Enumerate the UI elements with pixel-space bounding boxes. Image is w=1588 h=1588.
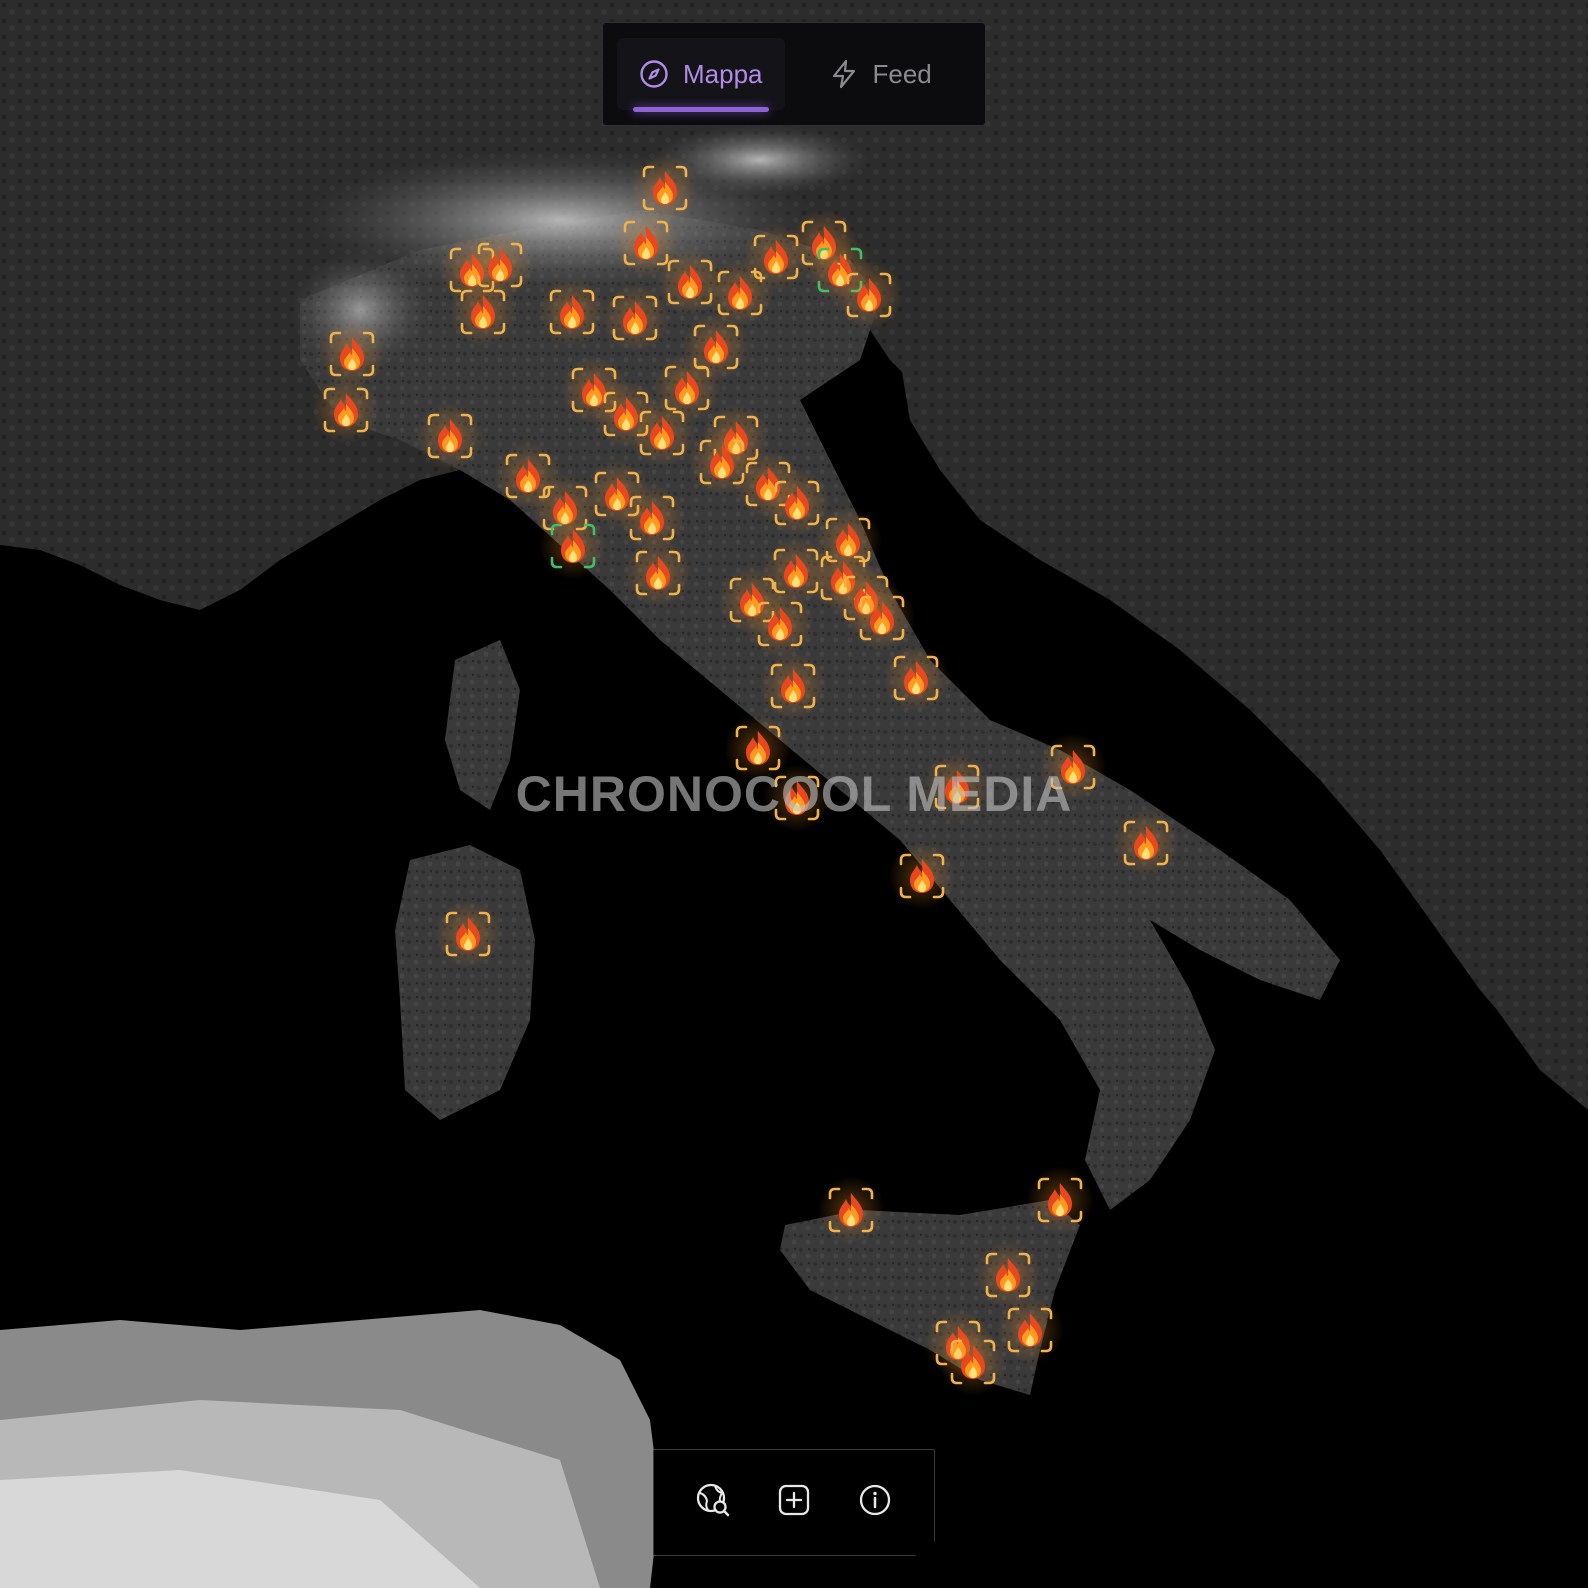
fire-marker[interactable] [817, 1176, 885, 1244]
watermark: CHRONOCOOL MEDIA [515, 766, 1073, 822]
active-tab-indicator [633, 107, 769, 112]
lightning-icon [829, 59, 859, 89]
fire-marker[interactable] [624, 539, 692, 607]
fire-marker[interactable] [416, 402, 484, 470]
fire-marker[interactable] [312, 376, 380, 444]
tab-mappa[interactable]: Mappa [617, 38, 785, 112]
fire-marker[interactable] [628, 399, 696, 467]
fire-marker[interactable] [848, 584, 916, 652]
fire-marker[interactable] [1026, 1166, 1094, 1234]
plus-square-icon [777, 1483, 811, 1522]
fire-marker[interactable] [888, 842, 956, 910]
info-button[interactable] [850, 1478, 900, 1528]
compass-icon [639, 59, 669, 89]
fire-marker[interactable] [939, 1328, 1007, 1396]
fire-marker[interactable] [759, 652, 827, 720]
fire-marker[interactable] [835, 261, 903, 329]
tab-feed[interactable]: Feed [807, 38, 954, 110]
tab-label: Mappa [683, 58, 763, 89]
globe-search-button[interactable] [688, 1478, 738, 1528]
view-switcher: Mappa Feed [602, 22, 986, 126]
fire-marker[interactable] [882, 644, 950, 712]
info-icon [858, 1483, 892, 1522]
fire-marker[interactable] [539, 512, 607, 580]
globe-search-icon [695, 1482, 731, 1523]
fire-marker[interactable] [996, 1296, 1064, 1364]
map-toolbar [653, 1449, 935, 1556]
fire-marker[interactable] [538, 278, 606, 346]
fire-marker[interactable] [746, 590, 814, 658]
tab-label: Feed [872, 58, 932, 89]
fire-marker[interactable] [449, 278, 517, 346]
add-button[interactable] [769, 1478, 819, 1528]
fire-marker[interactable] [434, 900, 502, 968]
